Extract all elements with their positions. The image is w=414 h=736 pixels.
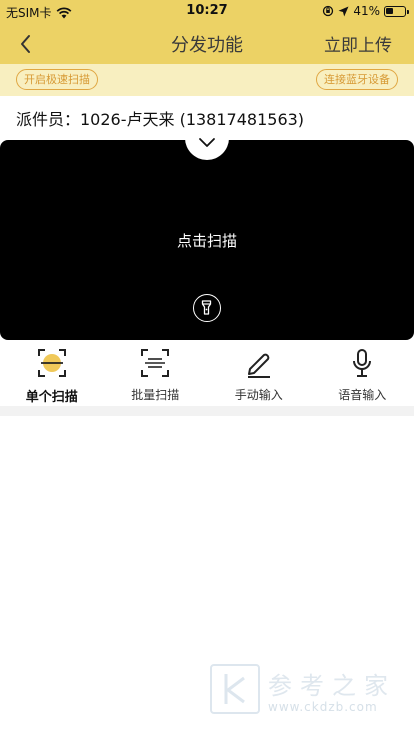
tab-single-scan[interactable]: 单个扫描: [0, 344, 104, 405]
watermark-logo: [210, 664, 260, 714]
tab-label: 手动输入: [234, 388, 283, 402]
battery-level: [386, 7, 393, 14]
k-logo-icon: [224, 674, 245, 704]
flashlight-icon: [201, 300, 212, 315]
options-bar: 开启极速扫描 连接蓝牙设备: [0, 64, 414, 96]
batch-scan-icon: [141, 349, 170, 377]
battery-icon: [384, 5, 409, 17]
fast-scan-button[interactable]: 开启极速扫描: [16, 69, 98, 90]
tap-to-scan-label[interactable]: 点击扫描: [0, 230, 414, 251]
bluetooth-connect-button[interactable]: 连接蓝牙设备: [316, 69, 398, 90]
section-divider: [0, 406, 414, 416]
location-arrow-icon: [338, 6, 349, 16]
tab-batch-scan[interactable]: 批量扫描: [104, 344, 208, 404]
orientation-lock-icon: [323, 5, 334, 17]
microphone-icon: [353, 349, 372, 377]
watermark-url: www.ckdzb.com: [268, 700, 378, 714]
navbar: 分发功能 立即上传: [0, 24, 414, 64]
upload-now-button[interactable]: 立即上传: [324, 31, 392, 56]
tab-label: 批量扫描: [131, 388, 180, 402]
battery-percent: 41%: [353, 4, 380, 18]
header: 无SIM卡 10:27 41% 分发功能 立即上传 开启极速扫描 连接蓝牙设备: [0, 0, 414, 96]
tab-manual-input[interactable]: 手动输入: [207, 344, 311, 404]
tab-voice-input[interactable]: 语音输入: [311, 344, 414, 404]
chevron-down-icon: [199, 138, 215, 147]
tab-label: 语音输入: [338, 388, 387, 402]
flashlight-button[interactable]: [193, 294, 221, 322]
single-scan-icon: [37, 349, 66, 377]
tab-label: 单个扫描: [25, 390, 78, 405]
input-mode-tabs: 单个扫描 批量扫描 手动输入 语音输入: [0, 344, 414, 405]
watermark: 参考之家 www.ckdzb.com: [208, 662, 408, 718]
status-bar: 无SIM卡 10:27 41%: [0, 0, 414, 22]
watermark-title: 参考之家: [268, 672, 396, 700]
courier-info: 派件员：1026-卢天来 (13817481563): [16, 110, 305, 129]
collapse-toggle[interactable]: [185, 130, 229, 160]
pen-icon: [247, 353, 270, 378]
status-right: 41%: [322, 4, 409, 18]
